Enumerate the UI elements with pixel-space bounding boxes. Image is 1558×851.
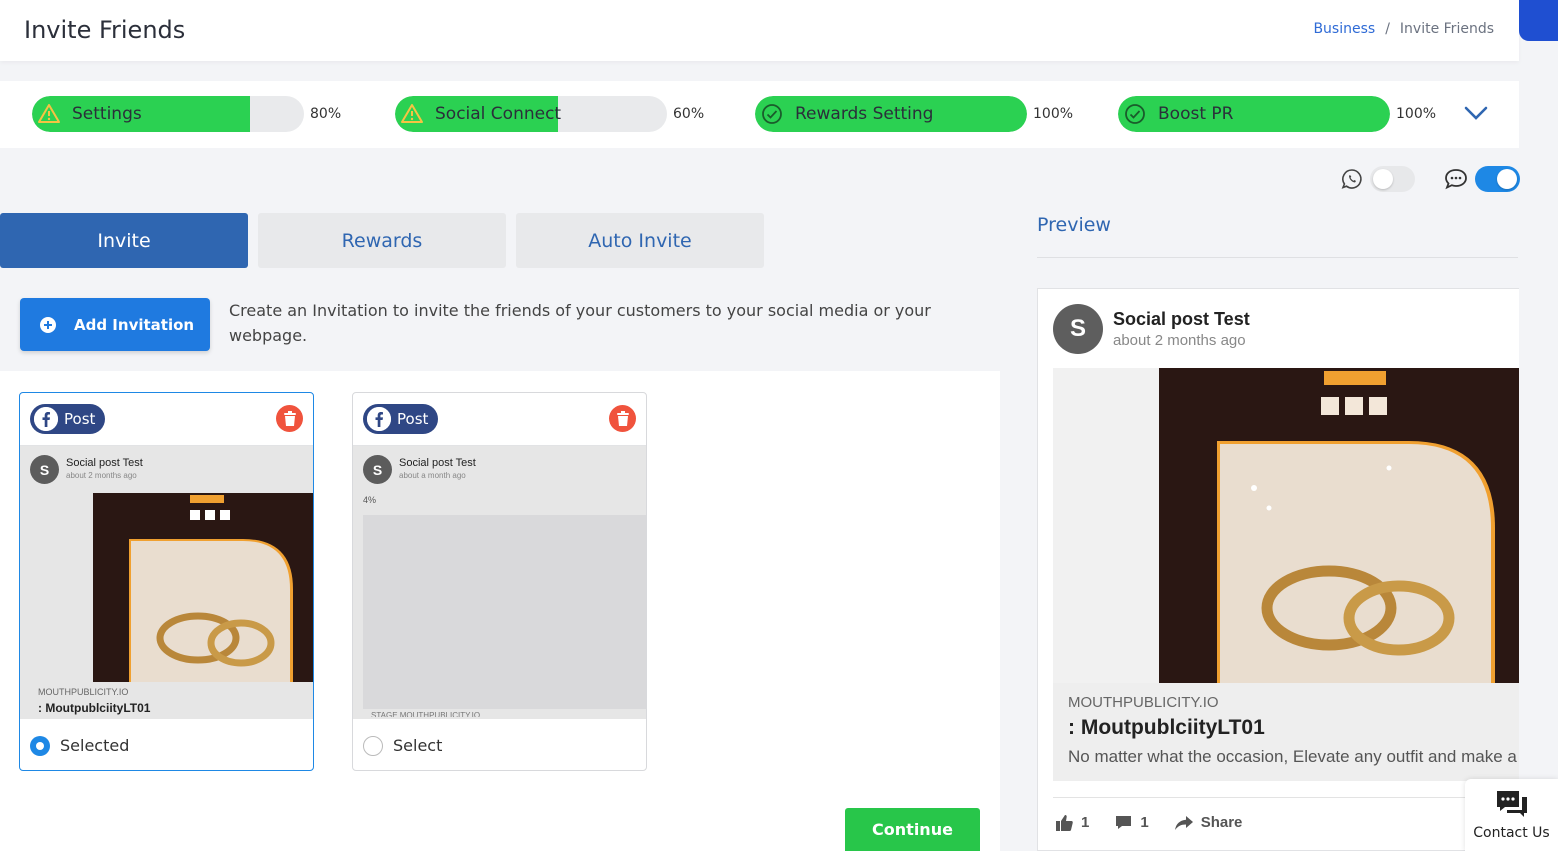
post-percent: 4% — [363, 495, 377, 505]
whatsapp-icon — [1341, 169, 1362, 189]
chevron-down-icon[interactable] — [1463, 104, 1489, 122]
sms-toggle-group — [1443, 166, 1520, 192]
invitation-card[interactable]: Post S Social post Test about 2 months a… — [19, 392, 314, 771]
comment-icon — [1116, 816, 1132, 829]
post-author: Social post Test — [66, 457, 143, 469]
add-invitation-label: Add Invitation — [74, 315, 195, 334]
progress-label: Boost PR — [1158, 104, 1234, 124]
select-label: Selected — [60, 736, 130, 755]
continue-button[interactable]: Continue — [845, 808, 980, 851]
avatar: S — [363, 455, 392, 484]
whatsapp-toggle-group — [1340, 166, 1415, 192]
share-label: Share — [1200, 814, 1243, 831]
post-badge-label: Post — [397, 410, 429, 428]
avatar: S — [30, 455, 59, 484]
trash-icon — [616, 410, 629, 426]
preview-actions-divider — [1053, 797, 1519, 798]
breadcrumb-separator: / — [1385, 21, 1390, 37]
image-placeholder — [363, 515, 646, 709]
whatsapp-toggle[interactable] — [1370, 166, 1415, 192]
progress-label: Rewards Setting — [795, 104, 934, 124]
check-circle-icon — [762, 104, 782, 124]
preview-media — [1053, 368, 1519, 683]
comment-count: 1 — [1140, 814, 1149, 831]
avatar: S — [1053, 304, 1103, 354]
card-header: Post — [20, 393, 313, 446]
warning-icon — [38, 104, 60, 123]
preview-link-description: No matter what the occasion, Elevate any… — [1068, 747, 1517, 766]
sms-toggle[interactable] — [1475, 166, 1520, 192]
share-arrow-icon — [1174, 815, 1193, 830]
ring-product-image — [93, 493, 313, 682]
preview-title: Preview — [1037, 214, 1111, 236]
delete-card-button[interactable] — [276, 405, 303, 432]
tab-auto-invite[interactable]: Auto Invite — [516, 213, 764, 268]
plus-circle-icon — [40, 316, 56, 333]
preview-time: about 2 months ago — [1113, 332, 1246, 349]
like-count: 1 — [1081, 814, 1090, 831]
warning-icon — [401, 104, 423, 123]
tab-rewards[interactable]: Rewards — [258, 213, 506, 268]
facebook-icon — [367, 407, 391, 431]
preview-site: MOUTHPUBLICITY.IO — [1068, 694, 1219, 711]
setup-progress-strip: Settings 80% Social Connect 60% Rewards … — [0, 81, 1519, 148]
message-bubble-icon — [1445, 169, 1467, 190]
post-preview-thumbnail: S Social post Test about 2 months ago MO… — [20, 446, 313, 719]
card-header: Post — [353, 393, 646, 446]
progress-percent: 100% — [1033, 106, 1074, 122]
ring-product-image — [1159, 368, 1519, 683]
check-circle-icon — [1125, 104, 1145, 124]
preview-divider — [1037, 257, 1518, 258]
tab-invite[interactable]: Invite — [0, 213, 248, 268]
comment-action[interactable]: 1 — [1115, 814, 1149, 831]
post-time: about 2 months ago — [66, 471, 137, 480]
invite-action-bar: Add Invitation Create an Invitation to i… — [0, 278, 1000, 371]
top-accent-tab[interactable] — [1519, 0, 1558, 41]
post-link-title: : MoutpublciityLT01 — [38, 701, 151, 715]
share-action[interactable]: Share — [1174, 814, 1243, 831]
facebook-icon — [34, 407, 58, 431]
select-radio[interactable] — [30, 735, 50, 756]
contact-us-label: Contact Us — [1473, 825, 1550, 841]
trash-icon — [283, 410, 296, 426]
preview-actions: 1 1 Share — [1056, 814, 1242, 831]
select-radio[interactable] — [363, 735, 383, 756]
progress-label: Settings — [72, 104, 142, 124]
page-header: Invite Friends Business / Invite Friends — [0, 0, 1519, 61]
post-time: about a month ago — [399, 471, 466, 480]
breadcrumb-current: Invite Friends — [1399, 21, 1494, 37]
preview-link-box[interactable]: MOUTHPUBLICITY.IO : MoutpublciityLT01 No… — [1053, 683, 1519, 781]
progress-percent: 100% — [1396, 106, 1437, 122]
add-invitation-button[interactable]: Add Invitation — [20, 298, 210, 351]
breadcrumb: Business / Invite Friends — [1313, 21, 1494, 37]
post-site: MOUTHPUBLICITY.IO — [38, 687, 129, 697]
page-title: Invite Friends — [24, 16, 186, 44]
thumbs-up-icon — [1056, 814, 1073, 831]
post-preview-thumbnail: S Social post Test about a month ago 4% … — [353, 446, 646, 719]
preview-link-title: : MoutpublciityLT01 — [1068, 716, 1265, 739]
progress-label: Social Connect — [435, 104, 562, 124]
post-site: STAGE.MOUTHPUBLICITY.IO — [371, 711, 481, 717]
card-select-option[interactable]: Select — [353, 719, 646, 770]
invite-panel: Add Invitation Create an Invitation to i… — [0, 278, 1000, 851]
preview-author: Social post Test — [1113, 309, 1250, 329]
progress-percent: 60% — [673, 106, 705, 122]
select-label: Select — [393, 736, 443, 755]
facebook-post-badge[interactable]: Post — [363, 404, 439, 434]
delete-card-button[interactable] — [609, 405, 636, 432]
breadcrumb-business-link[interactable]: Business — [1313, 21, 1375, 37]
post-author: Social post Test — [399, 457, 476, 469]
toggle-knob — [1497, 169, 1517, 189]
invitation-card[interactable]: Post S Social post Test about a month ag… — [352, 392, 647, 771]
post-badge-label: Post — [64, 410, 96, 428]
progress-percent: 80% — [310, 106, 342, 122]
contact-us-widget[interactable]: Contact Us — [1465, 779, 1558, 851]
chat-icon — [1496, 791, 1527, 817]
like-action[interactable]: 1 — [1056, 814, 1089, 831]
preview-card: S Social post Test about 2 months ago MO… — [1037, 288, 1519, 851]
toggle-knob — [1373, 169, 1393, 189]
card-select-option[interactable]: Selected — [20, 719, 313, 770]
facebook-post-badge[interactable]: Post — [30, 404, 106, 434]
invite-description: Create an Invitation to invite the frien… — [229, 301, 931, 345]
